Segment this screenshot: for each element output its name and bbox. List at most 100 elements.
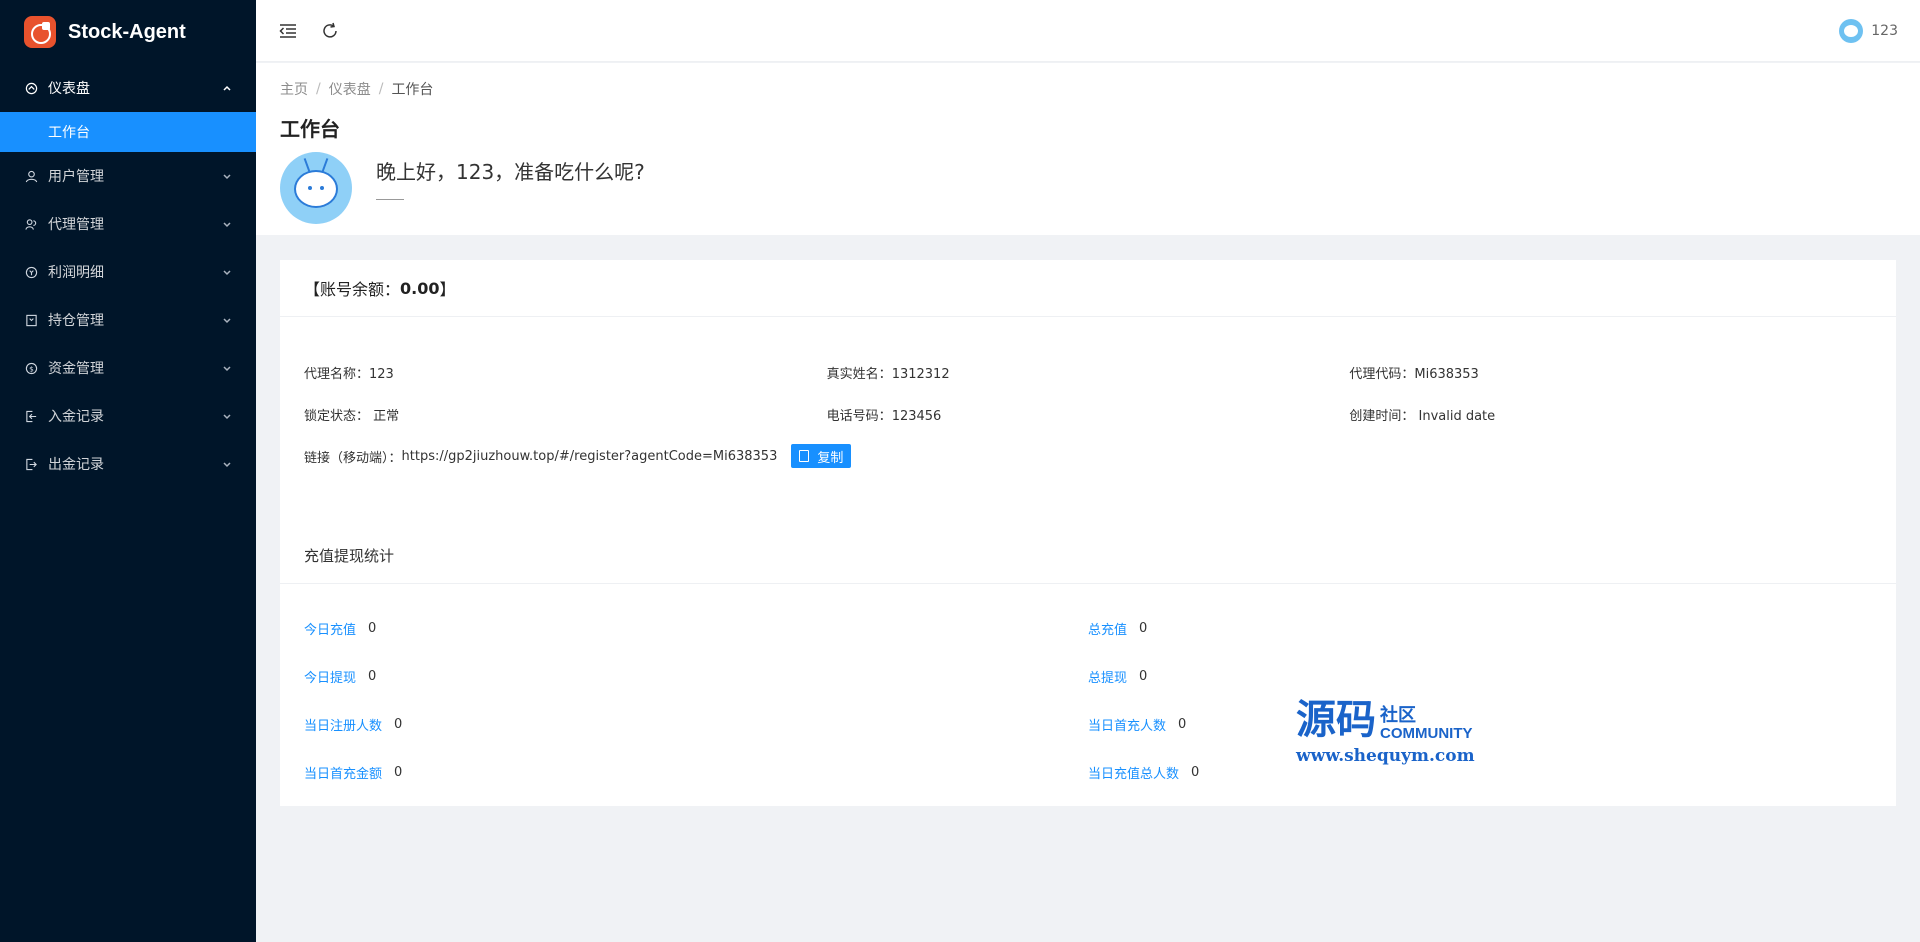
page-title: 工作台 (280, 117, 340, 141)
sidebar-item-dashboard[interactable]: 仪表盘 (0, 64, 256, 112)
refresh-icon[interactable] (320, 21, 340, 41)
sidebar-item-label: 代理管理 (48, 217, 104, 233)
phone-number: 电话号码：123456 (827, 405, 1350, 424)
stat-label[interactable]: 总充值 (1088, 619, 1127, 638)
username: 123 (1871, 22, 1898, 39)
phone-label: 电话号码： (826, 408, 892, 424)
stat-label[interactable]: 当日注册人数 (304, 715, 382, 734)
created-value: Invalid date (1418, 408, 1496, 424)
stat-label[interactable]: 当日充值总人数 (1088, 763, 1179, 782)
balance-suffix: 】 (439, 280, 456, 299)
breadcrumb-separator: / (316, 81, 321, 97)
created-label: 创建时间： (1349, 408, 1415, 424)
breadcrumb-separator: / (378, 81, 384, 97)
created-time: 创建时间： Invalid date (1349, 405, 1872, 424)
stats-section-title: 充值提现统计 (304, 546, 395, 565)
agent-name-value: 123 (369, 366, 394, 382)
watermark-big-text: 源码 (1296, 696, 1376, 743)
menu-fold-icon[interactable] (278, 21, 298, 41)
stat-today-first-recharge-amount: 当日首充金额 0 (304, 763, 1088, 782)
breadcrumb-current: 工作台 (391, 82, 434, 98)
sidebar-item-label: 利润明细 (48, 265, 104, 281)
agent-info: 代理名称：123 真实姓名：1312312 代理代码：Mi638353 锁定状态… (280, 317, 1896, 477)
agent-code-label: 代理代码： (1349, 366, 1415, 382)
sidebar-item-label: 用户管理 (48, 169, 104, 185)
copy-button[interactable]: 复制 (791, 444, 852, 468)
breadcrumb-home[interactable]: 主页 (280, 79, 308, 99)
watermark-community: COMMUNITY (1380, 725, 1473, 742)
chevron-up-icon (222, 83, 232, 93)
greeting-divider (376, 199, 404, 200)
stat-total-recharge: 总充值 0 (1088, 619, 1872, 638)
sidebar-item-users[interactable]: 用户管理 (0, 152, 256, 200)
logo[interactable]: Stock-Agent (0, 0, 256, 64)
agent-code: 代理代码：Mi638353 (1349, 363, 1872, 382)
sidebar-item-agents[interactable]: 代理管理 (0, 200, 256, 248)
agent-code-value: Mi638353 (1414, 366, 1479, 382)
stat-label[interactable]: 当日首充人数 (1088, 715, 1166, 734)
logo-icon (24, 16, 56, 48)
agents-icon (24, 217, 38, 231)
stat-label[interactable]: 当日首充金额 (304, 763, 382, 782)
stat-today-recharge: 今日充值 0 (304, 619, 1088, 638)
user-menu[interactable]: 123 (1839, 18, 1898, 43)
sidebar-item-label: 资金管理 (48, 361, 104, 377)
balance-header: 【账号余额： 0.00 】 (280, 260, 1896, 317)
withdraw-icon (24, 457, 38, 471)
stat-value: 0 (1178, 716, 1187, 732)
lock-status: 锁定状态： 正常 (304, 405, 827, 424)
stat-label[interactable]: 今日提现 (304, 667, 356, 686)
avatar (1839, 18, 1864, 43)
copy-icon (799, 450, 810, 462)
stat-today-registrations: 当日注册人数 0 (304, 715, 1088, 734)
deposit-icon (24, 409, 38, 423)
balance-prefix: 【账号余额： (304, 280, 401, 299)
user-icon (24, 169, 38, 183)
phone-value: 123456 (891, 408, 942, 424)
lock-status-value: 正常 (373, 408, 400, 424)
sidebar-item-deposits[interactable]: 入金记录 (0, 392, 256, 440)
greeting-text: 晚上好，123，准备吃什么呢? (376, 160, 645, 184)
sidebar-item-label: 入金记录 (48, 409, 104, 425)
stat-value: 0 (1139, 620, 1148, 636)
sidebar-item-positions[interactable]: 持仓管理 (0, 296, 256, 344)
position-icon (24, 313, 38, 327)
stat-label[interactable]: 总提现 (1088, 667, 1127, 686)
link-label: 链接（移动端）： (304, 450, 402, 466)
stat-value: 0 (368, 620, 377, 636)
agent-name-label: 代理名称： (304, 366, 370, 382)
breadcrumb-section[interactable]: 仪表盘 (329, 79, 371, 99)
profit-icon (24, 265, 38, 279)
stat-value: 0 (1191, 764, 1200, 780)
chevron-down-icon (222, 219, 232, 229)
account-card: 【账号余额： 0.00 】 代理名称：123 真实姓名：1312312 代理代码… (280, 260, 1896, 806)
chevron-down-icon (222, 363, 232, 373)
sidebar-item-profit[interactable]: 利润明细 (0, 248, 256, 296)
chevron-down-icon (222, 315, 232, 325)
real-name-value: 1312312 (891, 366, 950, 382)
funds-icon: $ (24, 361, 38, 375)
stat-value: 0 (394, 716, 403, 732)
chevron-down-icon (222, 459, 232, 469)
sidebar-item-label: 仪表盘 (48, 81, 90, 97)
watermark-small-text: 社区 (1380, 705, 1416, 726)
svg-text:$: $ (29, 364, 34, 373)
sidebar-subitem-workbench[interactable]: 工作台 (0, 112, 256, 152)
page-header: 主页 / 仪表盘 / 工作台 工作台 晚上好，123，准备吃什么呢? (256, 63, 1920, 235)
sidebar-item-funds[interactable]: $ 资金管理 (0, 344, 256, 392)
stat-today-withdraw: 今日提现 0 (304, 667, 1088, 686)
watermark-url: www.shequym.com (1296, 746, 1475, 766)
agent-name: 代理名称：123 (304, 363, 827, 382)
lock-status-label: 锁定状态： (304, 408, 370, 424)
sidebar: Stock-Agent 仪表盘 工作台 用户管理 代理管理 利润明细 持仓管理 … (0, 0, 256, 942)
copy-button-label: 复制 (817, 450, 844, 466)
breadcrumb: 主页 / 仪表盘 / 工作台 (280, 79, 1896, 99)
dashboard-icon (24, 81, 38, 95)
chevron-down-icon (222, 411, 232, 421)
welcome-block: 晚上好，123，准备吃什么呢? (280, 152, 1896, 224)
stats-grid: 今日充值 0 总充值 0 今日提现 0 总提现 0 当日注册人数 0 当日首充人数 0 当日… (280, 584, 1896, 796)
real-name-label: 真实姓名： (826, 366, 892, 382)
stat-label[interactable]: 今日充值 (304, 619, 356, 638)
top-header: 123 (256, 0, 1920, 62)
sidebar-item-withdrawals[interactable]: 出金记录 (0, 440, 256, 488)
